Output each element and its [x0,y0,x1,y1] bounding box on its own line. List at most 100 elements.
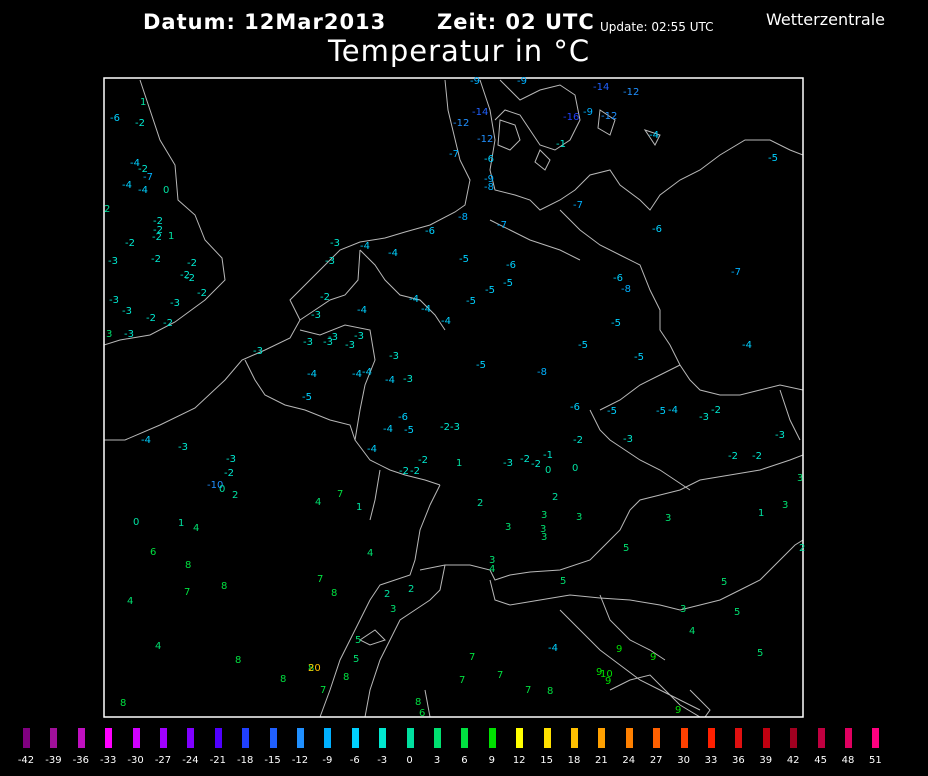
legend-label: -3 [377,755,388,766]
legend-swatch [735,728,743,748]
station-value: -3 [330,238,340,249]
station-value: -6 [506,260,516,271]
legend-swatch [571,728,578,748]
station-value: 4 [489,564,495,575]
station-value: 3 [505,522,511,533]
station-value: -4 [421,304,431,315]
station-value: 8 [185,560,191,571]
station-values: 1-6 -2-4-2-7-4 -4 02-2-2-2 1-2-3 -2 -2-2-2-2-3… [104,76,805,719]
station-value: -3 [345,340,355,351]
station-value: -5 [503,278,513,289]
station-value: -2 [728,451,738,462]
station-value: -2 [520,454,530,465]
station-value: -3 [699,412,709,423]
station-value: -5 [404,425,414,436]
station-value: -5 [476,360,486,371]
station-value: -3 [325,256,335,267]
station-value: 1 [168,231,174,242]
station-value: -4 [307,369,317,380]
station-value: -2 [125,238,135,249]
station-value: 8 [221,581,227,592]
station-value: 5 [353,654,359,665]
legend-label: 48 [841,755,855,766]
station-value: 8 [120,698,126,709]
station-value: 7 [497,670,503,681]
station-value: 5 [623,543,629,554]
legend-label: -39 [45,755,62,766]
station-value: -6 [110,113,120,124]
station-value: 3 [541,532,547,543]
station-value: 2 [104,204,110,215]
station-value: 7 [320,685,326,696]
legend-label: -24 [182,755,199,766]
station-value: 8 [343,672,349,683]
legend-swatch [23,728,30,748]
station-value: -12 [453,118,469,129]
station-value: 4 [155,641,161,652]
legend-label: 33 [704,755,718,766]
station-value: -2 [185,273,195,284]
legend-swatch [653,728,661,748]
legend-label: 21 [595,755,608,766]
station-value: -6 [570,402,580,413]
station-value: 6 [419,708,425,719]
station-value: -2 [151,254,161,265]
station-value: 8 [280,674,286,685]
station-value: -5 [611,318,621,329]
station-value: -3 [170,298,180,309]
station-value: -9 [583,107,593,118]
station-value: -5 [634,352,644,363]
legend-label: -30 [127,755,144,766]
station-value: -7 [731,267,741,278]
legend-label: 45 [814,755,827,766]
legend-swatch [214,728,222,748]
station-value: 5 [734,607,740,618]
station-value: -3 [775,430,785,441]
station-value: -4 [742,340,752,351]
station-value: 4 [193,523,199,534]
station-value: -2 [152,232,162,243]
station-value: -2 [320,292,330,303]
station-value: 3 [782,500,788,511]
station-value: 8 [547,686,553,697]
station-value: -2 [711,405,721,416]
station-value: 1 [456,458,462,469]
station-value: -2 [440,422,450,433]
legend-label: -9 [322,755,333,766]
station-value: -3 [253,346,263,357]
station-value: -8 [537,367,547,378]
station-value: 1 [140,97,146,108]
legend-label: 6 [461,755,468,766]
station-value: 7 [184,587,190,598]
station-value: -8 [458,212,468,223]
station-value: 9 [605,676,611,687]
legend-swatch [242,728,250,748]
station-value: -16 [563,112,579,123]
station-value: -5 [466,296,476,307]
station-value: -1 [543,450,553,461]
station-value: -14 [593,82,609,93]
map-frame [103,77,804,718]
station-value: -4 [367,444,377,455]
station-value: -3 [124,329,134,340]
station-value: -4 [548,643,558,654]
legend-label: -21 [209,755,226,766]
station-value: -3 [354,331,364,342]
station-value: -2 [418,455,428,466]
legend-label: 0 [406,755,413,766]
station-value: 9 [616,644,622,655]
station-value: 1 [356,502,362,513]
station-value: 3 [541,510,547,521]
legend-swatch [434,728,441,748]
legend-swatch [461,728,469,748]
station-value: -2 [135,118,145,129]
station-value: -8 [621,284,631,295]
station-value: -9 [517,76,527,87]
station-value: -4 [383,424,393,435]
station-value: -14 [472,107,488,118]
station-value: -3 [122,306,132,317]
station-value: -7 [143,172,153,183]
station-value: 0 [163,185,169,196]
station-value: 7 [525,685,531,696]
legend-swatch [105,728,113,748]
